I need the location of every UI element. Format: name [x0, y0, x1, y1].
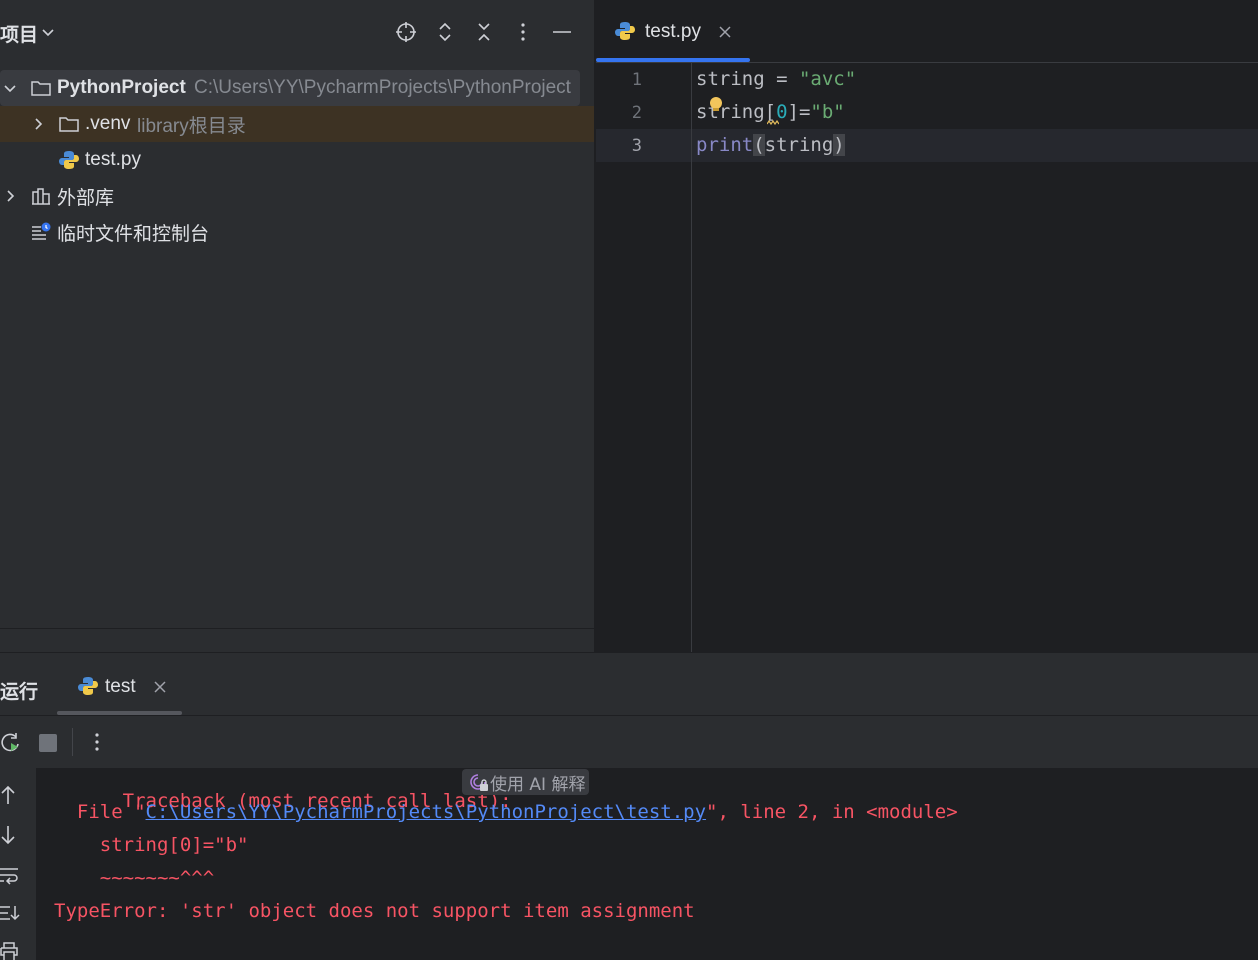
run-panel-title: 运行: [0, 682, 39, 703]
scratches-label: 临时文件和控制台: [57, 223, 210, 245]
chevron-down-icon[interactable]: [40, 24, 56, 40]
editor-tab-test-py[interactable]: test.py: [596, 0, 750, 63]
code-token: ]=: [787, 101, 811, 123]
scratches-icon: [32, 222, 51, 240]
scroll-to-end-icon[interactable]: [0, 902, 20, 924]
line-number: 3: [631, 136, 642, 156]
chevron-right-icon[interactable]: [2, 188, 18, 204]
toolbar-separator: [72, 728, 73, 756]
console-output[interactable]: Traceback (most recent call last): 使用 AI…: [36, 768, 1258, 960]
library-icon: [32, 188, 50, 205]
venv-hint: library根目录: [137, 115, 246, 137]
locate-icon[interactable]: [392, 18, 420, 46]
code-line-1[interactable]: string = "avc": [696, 68, 856, 90]
code-token: string =: [696, 68, 799, 90]
file-link[interactable]: C:\Users\YY\PycharmProjects\PythonProjec…: [146, 801, 707, 823]
console-line: TypeError: 'str' object does not support…: [54, 900, 695, 922]
more-options-icon[interactable]: [509, 18, 537, 46]
print-icon[interactable]: [0, 940, 20, 960]
hide-panel-icon[interactable]: [548, 18, 576, 46]
warning-squiggle: [767, 120, 779, 126]
tree-item-project-root[interactable]: PythonProject C:\Users\YY\PycharmProject…: [0, 70, 580, 106]
project-panel-header: 项目: [0, 0, 594, 64]
line-number-gutter[interactable]: 1 2 3: [596, 63, 692, 652]
tree-item-test-py[interactable]: test.py: [0, 142, 594, 178]
run-tab-test[interactable]: test: [57, 665, 182, 715]
rerun-icon[interactable]: [0, 731, 22, 753]
chevron-right-icon[interactable]: [30, 116, 46, 132]
folder-icon: [59, 117, 79, 132]
console-line: File "C:\Users\YY\PycharmProjects\Python…: [54, 801, 958, 823]
project-panel-title[interactable]: 项目: [0, 20, 38, 47]
line-number: 1: [631, 70, 642, 90]
project-root-name: PythonProject: [57, 77, 186, 98]
ai-explain-label: 使用 AI 解释: [490, 774, 586, 795]
arrow-down-icon[interactable]: [0, 824, 20, 846]
traceback-code: string[0]="b": [54, 834, 249, 856]
stop-icon[interactable]: [38, 733, 58, 753]
code-token-builtin: print: [696, 134, 754, 156]
gutter-divider: [691, 63, 692, 652]
ai-assistant-icon: [470, 774, 488, 791]
traceback-file-prefix: File ": [54, 801, 146, 823]
close-icon[interactable]: [153, 680, 167, 694]
error-message: TypeError: 'str' object does not support…: [54, 900, 695, 922]
active-tab-indicator: [596, 58, 750, 62]
run-tab-label: test: [105, 676, 136, 697]
editor-tab-bar: test.py: [596, 0, 1258, 63]
folder-icon: [31, 81, 51, 96]
soft-wrap-icon[interactable]: [0, 864, 20, 886]
code-token-bracket: ): [833, 134, 845, 156]
tree-item-venv[interactable]: .venv library根目录: [0, 106, 594, 142]
code-token-string: "avc": [798, 68, 857, 90]
editor-tab-label: test.py: [645, 21, 701, 42]
run-toolbar: [0, 716, 1258, 768]
expand-all-icon[interactable]: [431, 18, 459, 46]
python-file-icon: [78, 677, 98, 695]
collapse-all-icon[interactable]: [470, 18, 498, 46]
lightbulb-icon[interactable]: [708, 96, 724, 114]
project-panel: 项目 PythonProject C:\Users\YY\PycharmProj…: [0, 0, 594, 652]
project-root-path: C:\Users\YY\PycharmProjects\PythonProjec…: [194, 77, 571, 98]
traceback-caret: ~~~~~~~^^^: [54, 867, 215, 889]
code-line-3[interactable]: print(string): [696, 134, 845, 156]
arrow-up-icon[interactable]: [0, 784, 20, 806]
tree-item-scratches[interactable]: 临时文件和控制台: [0, 214, 594, 250]
code-editor[interactable]: test.py 1 2 3 string = "avc" string[0]="…: [596, 0, 1258, 652]
console-side-toolbar: [0, 768, 36, 960]
code-token-string: "b": [810, 101, 845, 123]
tree-item-external-libraries[interactable]: 外部库: [0, 178, 594, 214]
close-icon[interactable]: [718, 25, 732, 39]
line-number: 2: [631, 103, 642, 123]
more-options-icon[interactable]: [86, 731, 108, 753]
traceback-file-suffix: ", line 2, in <module>: [706, 801, 958, 823]
console-line: ~~~~~~~^^^: [54, 867, 214, 889]
ai-explain-button[interactable]: 使用 AI 解释: [462, 769, 590, 795]
code-token: string: [764, 134, 834, 156]
divider: [0, 628, 594, 629]
code-token-bracket: (: [753, 134, 765, 156]
chevron-down-icon[interactable]: [2, 80, 18, 96]
console-line: string[0]="b": [54, 834, 249, 856]
external-libraries-label: 外部库: [57, 187, 115, 209]
python-file-icon: [59, 151, 79, 169]
test-file-name: test.py: [85, 149, 141, 170]
python-file-icon: [615, 22, 635, 40]
run-panel: 运行 test Traceback (most recent call last…: [0, 652, 1258, 960]
venv-name: .venv: [85, 113, 131, 134]
